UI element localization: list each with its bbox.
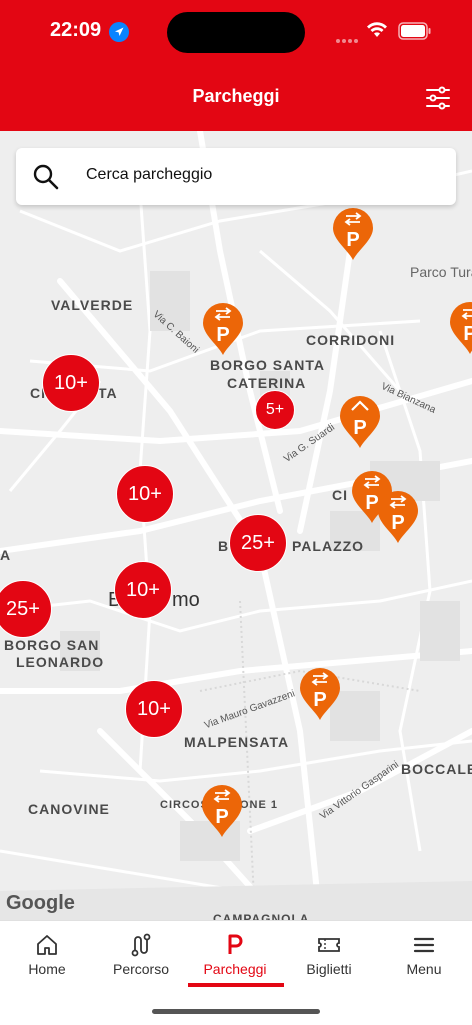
battery-icon [398,22,431,40]
svg-text:P: P [463,323,472,345]
google-logo: Google [6,892,75,914]
parking-map[interactable]: VALVERDE CORRIDONI BORGO SANTA CATERINA … [0,131,472,920]
map-label-corridoni: CORRIDONI [306,332,396,348]
city-label-mo: mo [172,589,200,611]
map-label-ci-right: CI [332,487,348,503]
parking-cluster-marker[interactable]: 10+ [42,354,100,412]
parking-pin-marker[interactable]: P [201,303,245,357]
route-icon [131,933,151,957]
map-label-valverde: VALVERDE [51,297,134,313]
parking-garage-pin-marker[interactable]: P [338,396,382,450]
tab-biglietti[interactable]: Biglietti [282,921,376,991]
search-input[interactable]: Cerca parcheggio [86,166,212,184]
map-label-a: A [0,547,12,563]
map-label-boccale: BOCCALE [401,761,472,777]
map-label-malpensata: MALPENSATA [184,734,290,750]
cellular-signal-icon [336,30,360,48]
tab-percorso-label: Percorso [112,961,170,977]
location-arrow-icon [109,22,129,42]
svg-text:P: P [313,689,326,711]
parking-cluster-marker[interactable]: 10+ [125,680,183,738]
home-indicator[interactable] [152,1009,320,1014]
tab-parcheggi[interactable]: Parcheggi [188,921,282,991]
map-label-one-1: ONE 1 [240,799,279,811]
map-label-ta: TA [98,385,118,401]
home-icon [37,935,57,955]
app-header: 22:09 Parcheggi [0,0,472,131]
svg-text:P: P [391,512,404,534]
active-tab-indicator [188,983,284,987]
tab-menu-label: Menu [406,961,442,977]
parking-pin-marker[interactable]: P [376,491,420,545]
svg-text:P: P [353,417,366,439]
map-label-campagnola: CAMPAGNOLA [213,912,310,920]
map-label-borgo-santa: BORGO SANTA [210,357,325,373]
tab-home-label: Home [28,961,66,977]
filter-settings-icon[interactable] [424,84,452,112]
map-label-canovine: CANOVINE [28,801,110,817]
parking-pin-marker[interactable]: P [448,302,472,356]
page-title: Parcheggi [192,86,280,106]
search-icon [33,164,59,190]
parking-cluster-marker[interactable]: 10+ [116,465,174,523]
svg-text:P: P [346,229,359,251]
map-label-palazzo: PALAZZO [292,538,365,554]
status-bar: 22:09 [0,0,472,64]
wifi-icon [367,22,387,37]
menu-icon [413,937,435,953]
parking-icon [228,934,243,954]
status-time: 22:09 [50,19,102,41]
place-label-parco-tura: Parco Tura [410,264,472,280]
svg-text:P: P [215,806,228,828]
parking-pin-marker[interactable]: P [331,208,375,262]
parking-cluster-marker[interactable]: 5+ [255,390,295,430]
map-label-borgo-san: BORGO SAN [4,637,100,653]
map-label-leonardo: LEONARDO [16,654,105,670]
ticket-icon [318,938,340,952]
tab-percorso[interactable]: Percorso [94,921,188,991]
tab-home[interactable]: Home [0,921,94,991]
parking-pin-marker[interactable]: P [200,785,244,839]
tab-biglietti-label: Biglietti [306,961,352,977]
tab-parcheggi-label: Parcheggi [203,961,267,977]
dynamic-island [167,12,305,53]
parking-pin-marker[interactable]: P [298,668,342,722]
tab-menu[interactable]: Menu [377,921,471,991]
search-bar[interactable]: Cerca parcheggio [16,148,456,205]
svg-text:P: P [216,324,229,346]
parking-cluster-marker[interactable]: 25+ [229,514,287,572]
parking-cluster-marker[interactable]: 10+ [114,561,172,619]
map-label-caterina: CATERINA [227,375,307,391]
